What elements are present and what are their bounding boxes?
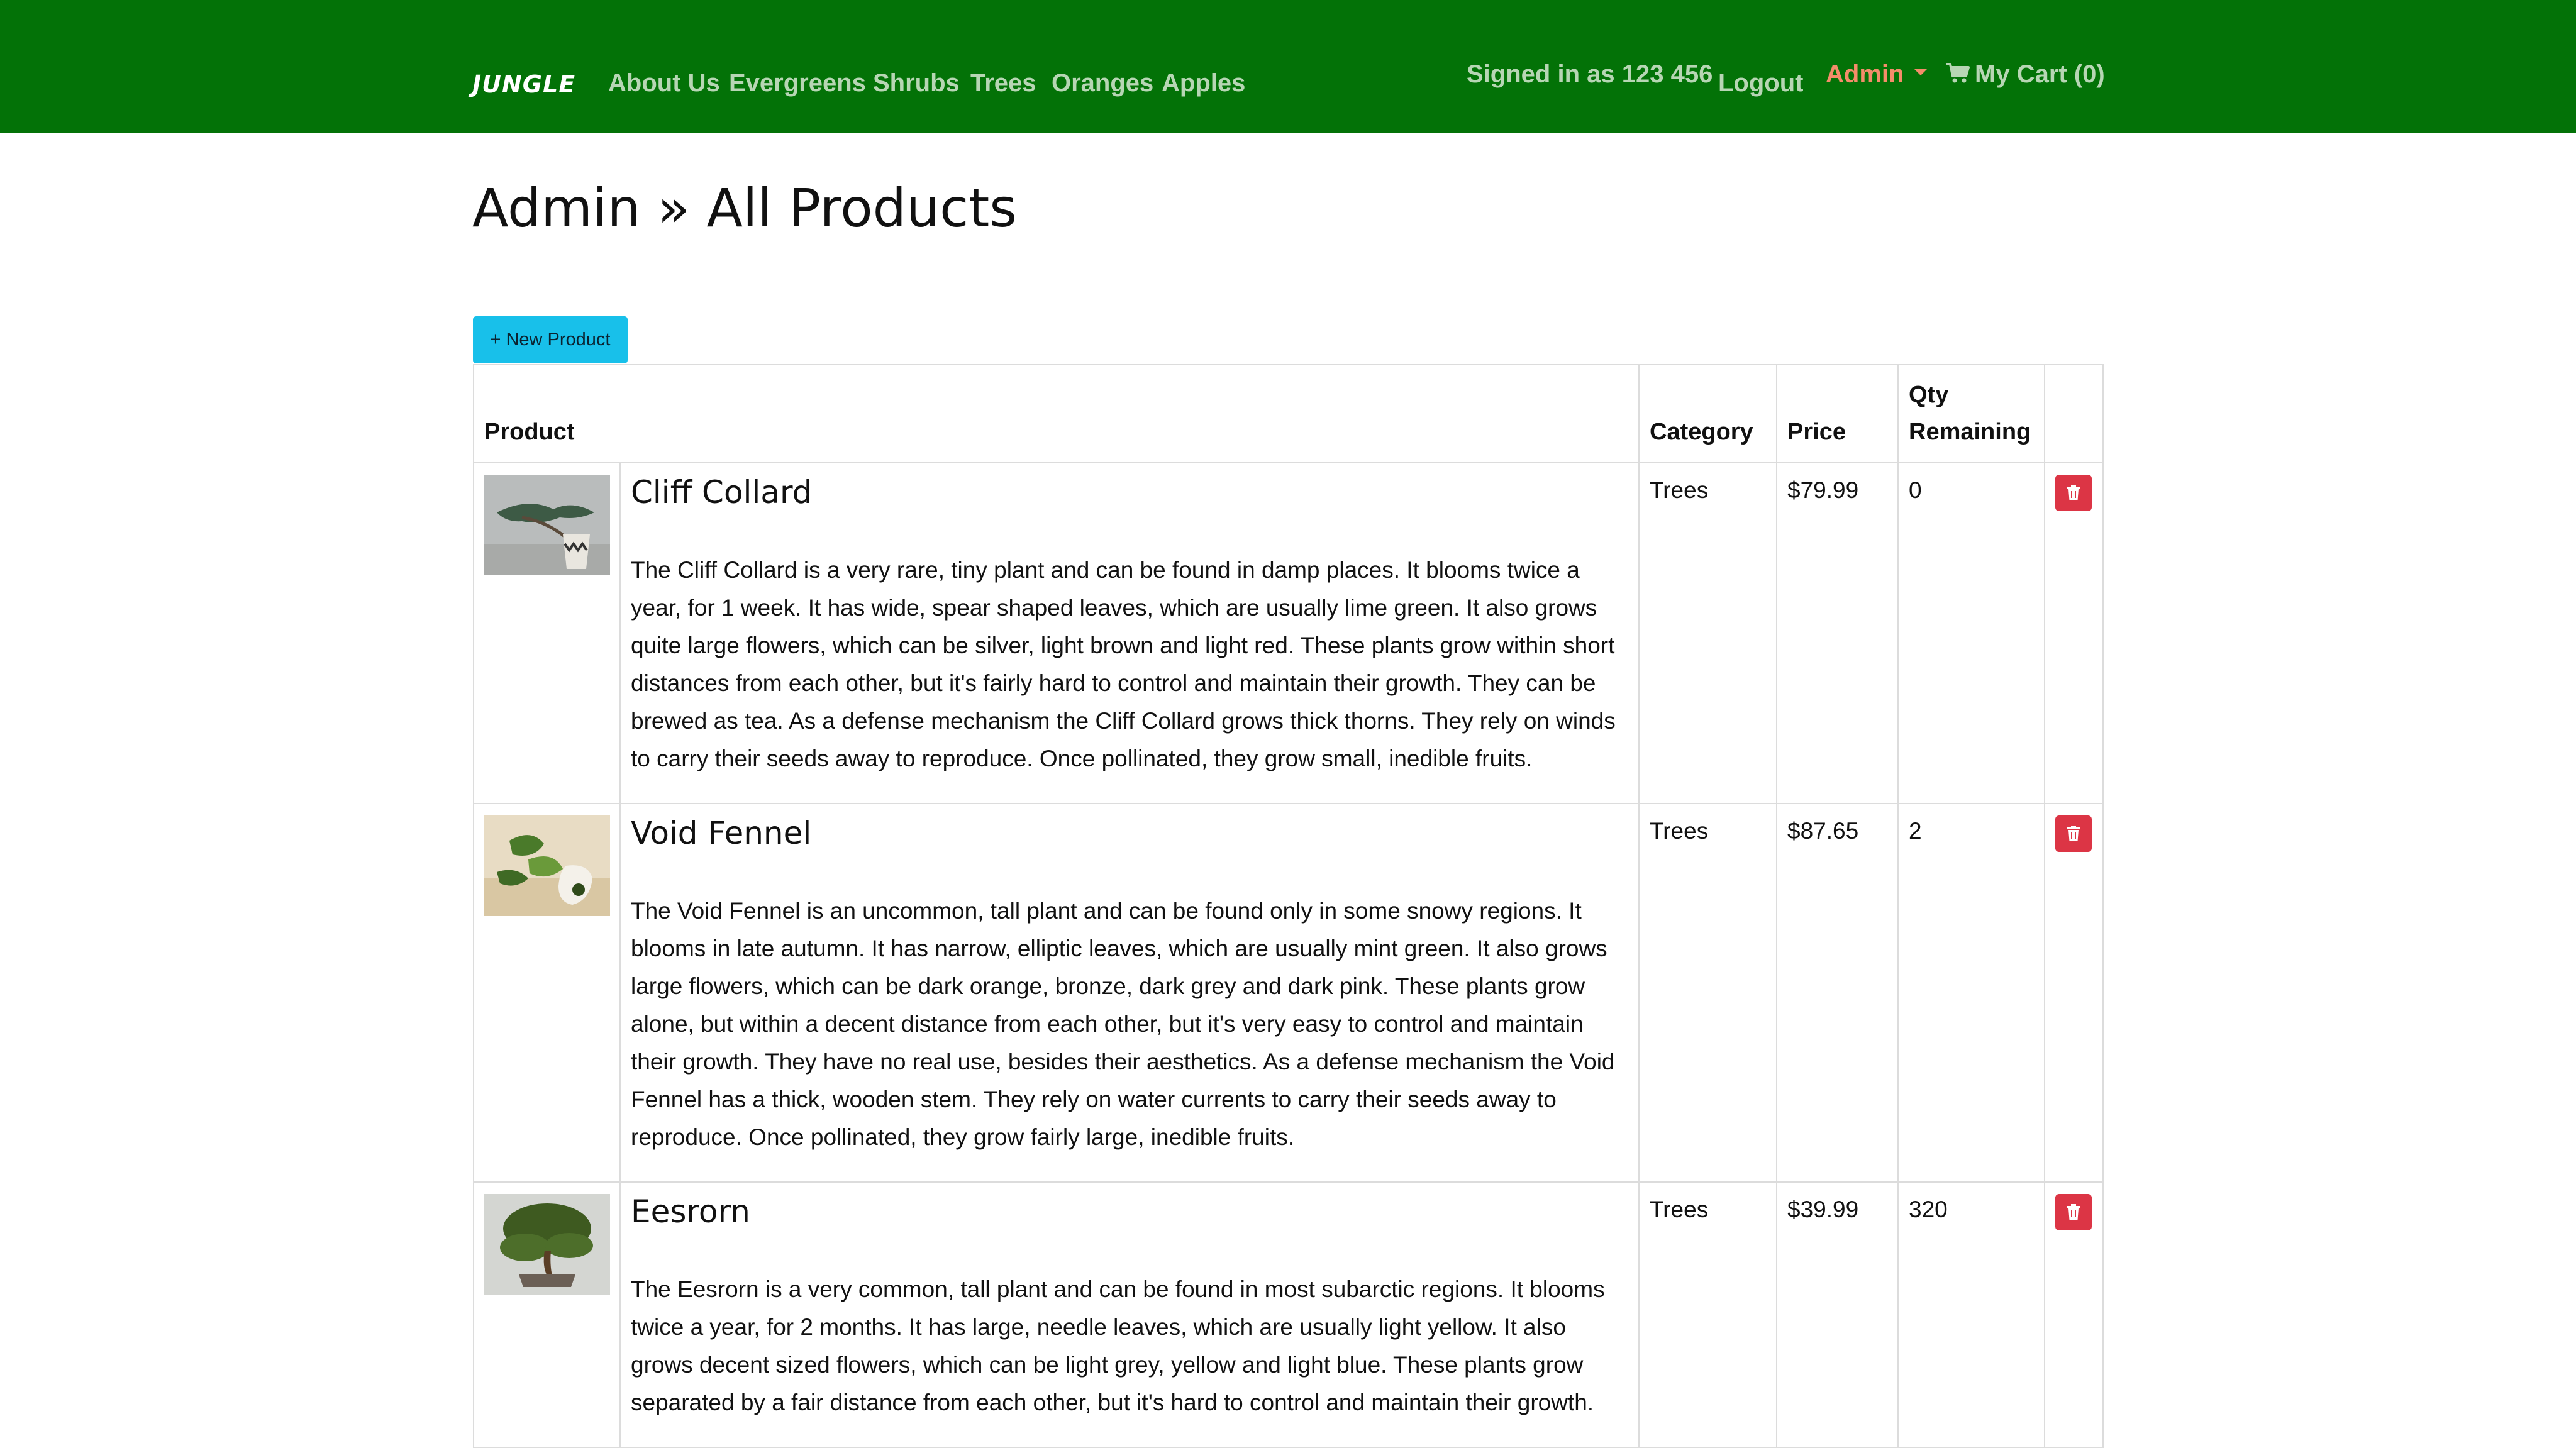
page-title: Admin » All Products <box>472 177 1018 239</box>
product-image-cell <box>473 462 621 804</box>
product-qty: 0 <box>1897 462 2045 804</box>
nav-link-evergreens[interactable]: Evergreens <box>729 69 866 97</box>
delete-button[interactable] <box>2055 475 2092 511</box>
table-row: Cliff Collard The Cliff Collard is a ver… <box>473 462 2104 804</box>
product-price: $79.99 <box>1776 462 1899 804</box>
product-qty: 2 <box>1897 803 2045 1183</box>
admin-dropdown[interactable]: Admin <box>1826 60 1928 89</box>
header-qty-remaining: Qty Remaining <box>1897 364 2045 463</box>
product-category: Trees <box>1638 803 1777 1183</box>
nav-link-trees[interactable]: Trees <box>970 69 1036 97</box>
product-price: $39.99 <box>1776 1181 1899 1448</box>
trash-icon <box>2067 1204 2080 1220</box>
header-price: Price <box>1776 364 1899 463</box>
product-actions-cell <box>2044 803 2104 1183</box>
header-category: Category <box>1638 364 1777 463</box>
trash-icon <box>2067 485 2080 500</box>
product-description: The Cliff Collard is a very rare, tiny p… <box>631 557 1616 771</box>
nav-link-about-us[interactable]: About Us <box>608 69 720 97</box>
product-image[interactable] <box>484 475 610 575</box>
table-header-row: Product Category Price Qty Remaining <box>473 364 2104 463</box>
product-category: Trees <box>1638 1181 1777 1448</box>
admin-label: Admin <box>1826 60 1904 88</box>
caret-down-icon <box>1914 68 1928 75</box>
product-qty: 320 <box>1897 1181 2045 1448</box>
delete-button[interactable] <box>2055 1194 2092 1230</box>
product-category: Trees <box>1638 462 1777 804</box>
trash-icon <box>2067 826 2080 841</box>
product-image[interactable] <box>484 815 610 916</box>
table-row: Eesrorn The Eesrorn is a very common, ta… <box>473 1181 2104 1448</box>
header-actions <box>2044 364 2104 463</box>
logout-link[interactable]: Logout <box>1718 69 1804 97</box>
product-price: $87.65 <box>1776 803 1899 1183</box>
product-name[interactable]: Eesrorn <box>631 1194 1628 1229</box>
delete-button[interactable] <box>2055 815 2092 852</box>
product-image-cell <box>473 1181 621 1448</box>
shopping-cart-icon <box>1946 63 1970 83</box>
product-actions-cell <box>2044 462 2104 804</box>
product-image[interactable] <box>484 1194 610 1295</box>
nav-link-oranges[interactable]: Oranges <box>1052 69 1153 97</box>
nav-link-shrubs[interactable]: Shrubs <box>873 69 960 97</box>
product-description: The Void Fennel is an uncommon, tall pla… <box>631 898 1615 1150</box>
product-name[interactable]: Cliff Collard <box>631 475 1628 510</box>
product-actions-cell <box>2044 1181 2104 1448</box>
brand-logo[interactable]: JUNGLE <box>472 70 575 98</box>
cart-label: My Cart (0) <box>1975 60 2105 88</box>
table-row: Void Fennel The Void Fennel is an uncomm… <box>473 803 2104 1183</box>
product-info-cell: Void Fennel The Void Fennel is an uncomm… <box>619 803 1640 1183</box>
product-info-cell: Cliff Collard The Cliff Collard is a ver… <box>619 462 1640 804</box>
nav-link-apples[interactable]: Apples <box>1162 69 1245 97</box>
header-product: Product <box>473 364 1640 463</box>
products-table: Product Category Price Qty Remaining Cli… <box>473 364 2104 1448</box>
product-info-cell: Eesrorn The Eesrorn is a very common, ta… <box>619 1181 1640 1448</box>
top-navbar: JUNGLE About Us Evergreens Shrubs Trees … <box>0 0 2576 133</box>
cart-link[interactable]: My Cart (0) <box>1946 60 2105 89</box>
new-product-button[interactable]: + New Product <box>473 316 628 363</box>
product-name[interactable]: Void Fennel <box>631 815 1628 851</box>
product-image-cell <box>473 803 621 1183</box>
signed-in-text: Signed in as 123 456 <box>1467 60 1713 88</box>
product-description: The Eesrorn is a very common, tall plant… <box>631 1276 1605 1415</box>
